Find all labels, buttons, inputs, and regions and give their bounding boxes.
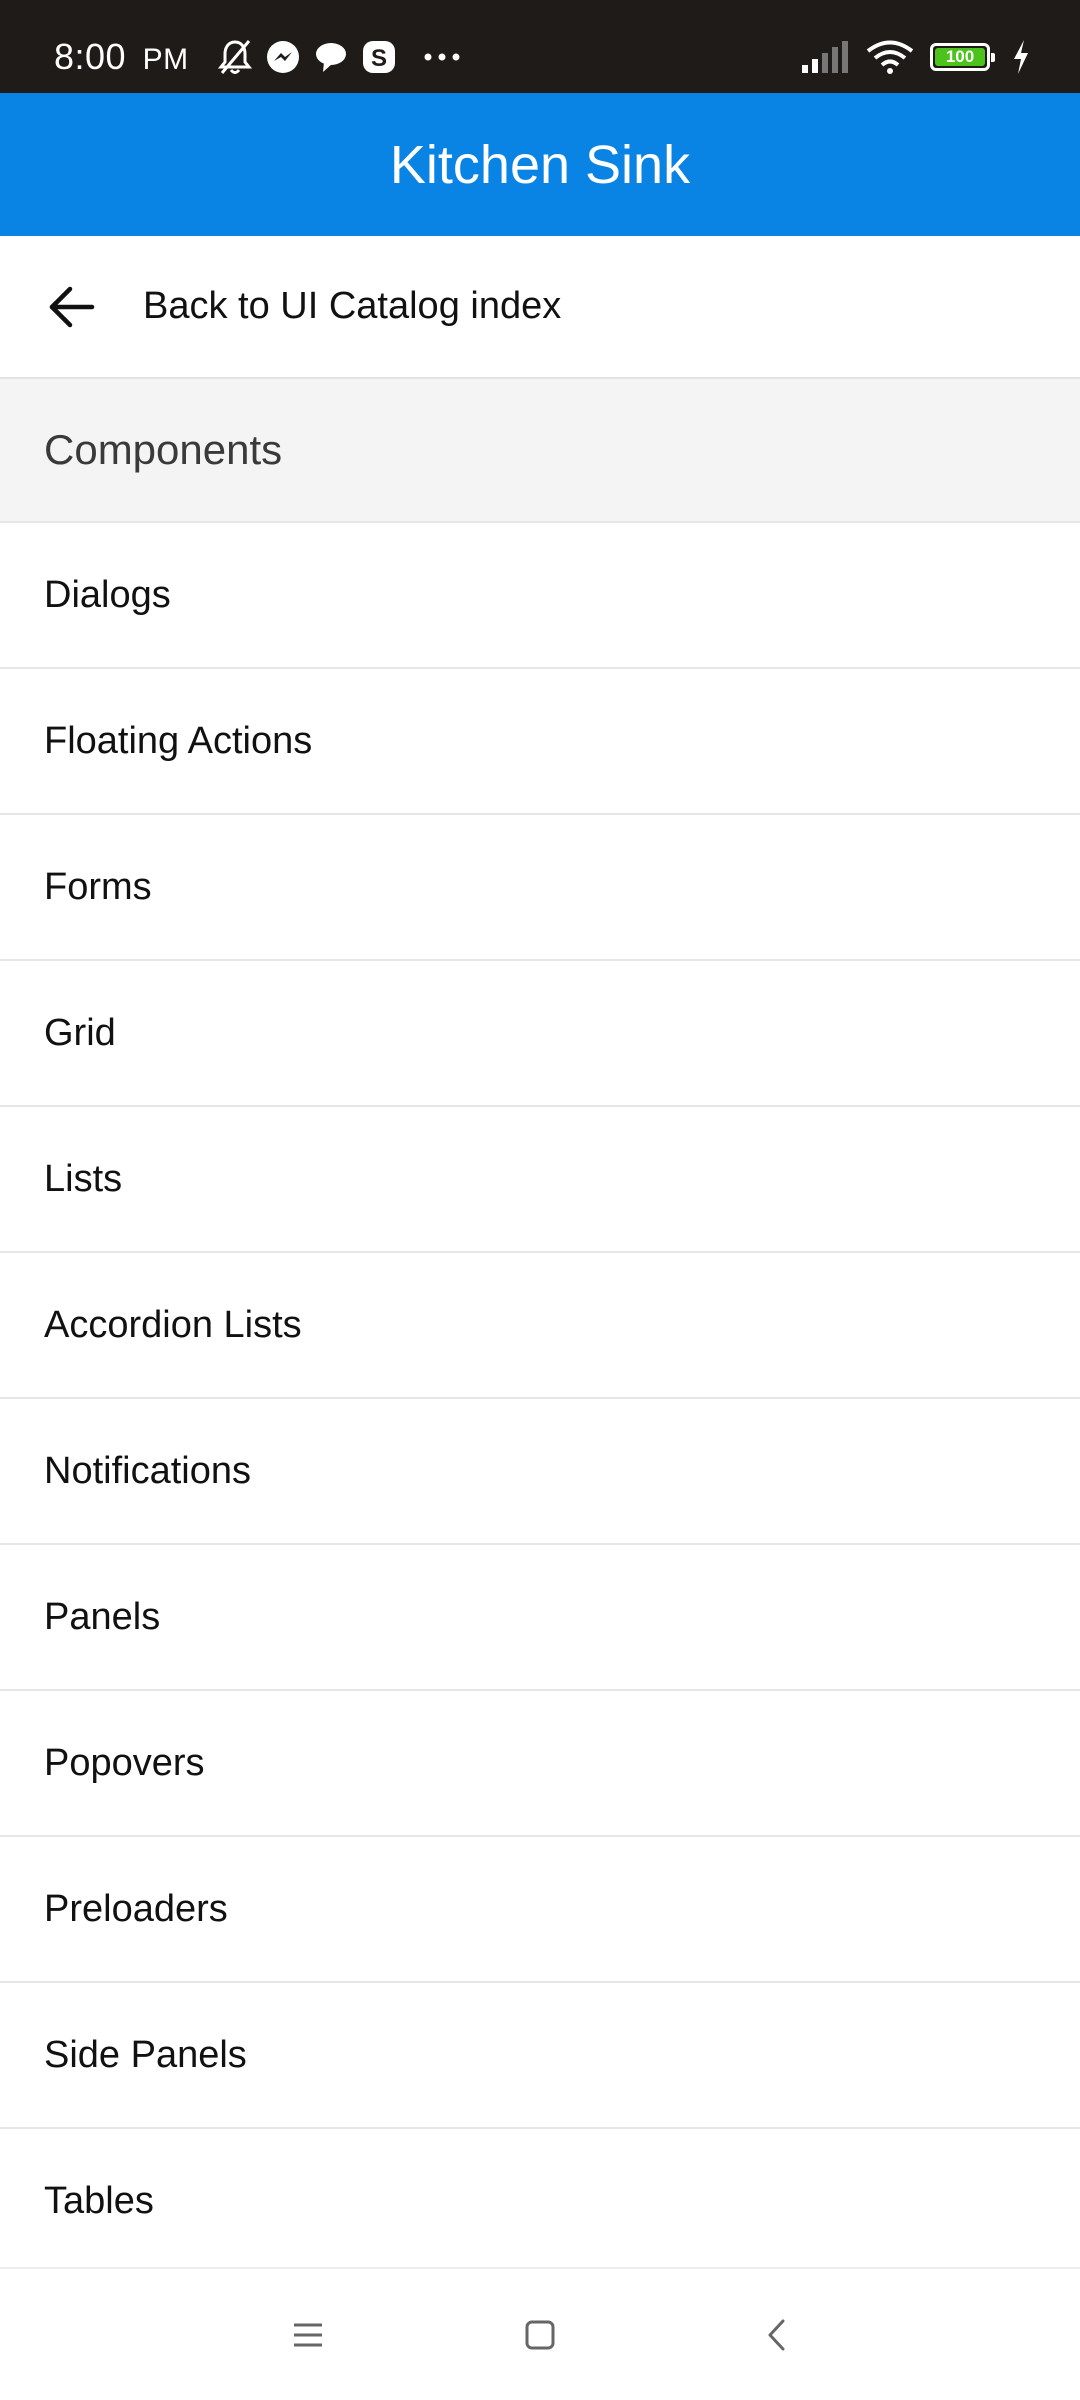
skype-icon: S bbox=[363, 41, 395, 73]
list-item-grid[interactable]: Grid bbox=[0, 959, 1080, 1105]
list-item-label: Panels bbox=[44, 1595, 161, 1638]
status-bar: 8:00 PM S 100 bbox=[0, 0, 1080, 93]
section-title: Components bbox=[44, 426, 283, 473]
list-item-label: Preloaders bbox=[44, 1887, 228, 1930]
list-item-label: Popovers bbox=[44, 1741, 205, 1784]
messenger-icon bbox=[267, 41, 299, 73]
menu-icon bbox=[294, 2323, 322, 2347]
wifi-icon bbox=[866, 40, 914, 74]
list-item-label: Grid bbox=[44, 1011, 116, 1054]
back-chevron-icon bbox=[768, 2319, 785, 2351]
recent-apps-button[interactable] bbox=[278, 2305, 338, 2365]
list-item-dialogs[interactable]: Dialogs bbox=[0, 521, 1080, 667]
list-item-notifications[interactable]: Notifications bbox=[0, 1397, 1080, 1543]
home-button[interactable] bbox=[510, 2305, 570, 2365]
signal-icon bbox=[802, 41, 848, 73]
battery-icon: 100 bbox=[930, 43, 995, 71]
list-item-label: Side Panels bbox=[44, 2033, 247, 2076]
app-bar: Kitchen Sink bbox=[0, 93, 1080, 236]
list-item-label: Accordion Lists bbox=[44, 1303, 302, 1346]
back-button[interactable] bbox=[747, 2305, 807, 2365]
back-link-label: Back to UI Catalog index bbox=[143, 285, 562, 327]
list-item-label: Lists bbox=[44, 1157, 123, 1200]
list-item-forms[interactable]: Forms bbox=[0, 813, 1080, 959]
system-nav-bar bbox=[0, 2267, 1080, 2400]
svg-text:S: S bbox=[371, 45, 387, 72]
components-list: Dialogs Floating Actions Forms Grid List… bbox=[0, 521, 1080, 2273]
battery-level: 100 bbox=[945, 47, 975, 66]
list-item-lists[interactable]: Lists bbox=[0, 1105, 1080, 1251]
section-header: Components bbox=[0, 379, 1080, 521]
list-item-label: Tables bbox=[44, 2179, 154, 2222]
list-item-preloaders[interactable]: Preloaders bbox=[0, 1835, 1080, 1981]
list-item-floating-actions[interactable]: Floating Actions bbox=[0, 667, 1080, 813]
status-time-value: 8:00 bbox=[54, 36, 127, 77]
mute-bell-icon bbox=[218, 40, 252, 74]
status-ampm: PM bbox=[142, 43, 189, 76]
list-item-panels[interactable]: Panels bbox=[0, 1543, 1080, 1689]
system-icons: 100 bbox=[800, 36, 1030, 78]
status-time: 8:00 PM bbox=[54, 36, 189, 78]
charging-icon bbox=[1014, 40, 1028, 74]
list-item-label: Floating Actions bbox=[44, 719, 313, 762]
list-item-popovers[interactable]: Popovers bbox=[0, 1689, 1080, 1835]
list-item-side-panels[interactable]: Side Panels bbox=[0, 1981, 1080, 2127]
back-to-catalog-link[interactable]: Back to UI Catalog index bbox=[0, 236, 1080, 379]
arrow-left-icon bbox=[49, 286, 95, 328]
more-dots-icon bbox=[424, 53, 460, 61]
list-item-label: Forms bbox=[44, 865, 152, 908]
list-item-label: Dialogs bbox=[44, 573, 171, 616]
page-title: Kitchen Sink bbox=[389, 134, 691, 195]
home-square-icon bbox=[525, 2320, 555, 2350]
list-item-tables[interactable]: Tables bbox=[0, 2127, 1080, 2273]
chat-bubble-icon bbox=[316, 43, 346, 72]
notification-icons: S bbox=[218, 36, 462, 78]
list-item-accordion-lists[interactable]: Accordion Lists bbox=[0, 1251, 1080, 1397]
list-item-label: Notifications bbox=[44, 1449, 251, 1492]
